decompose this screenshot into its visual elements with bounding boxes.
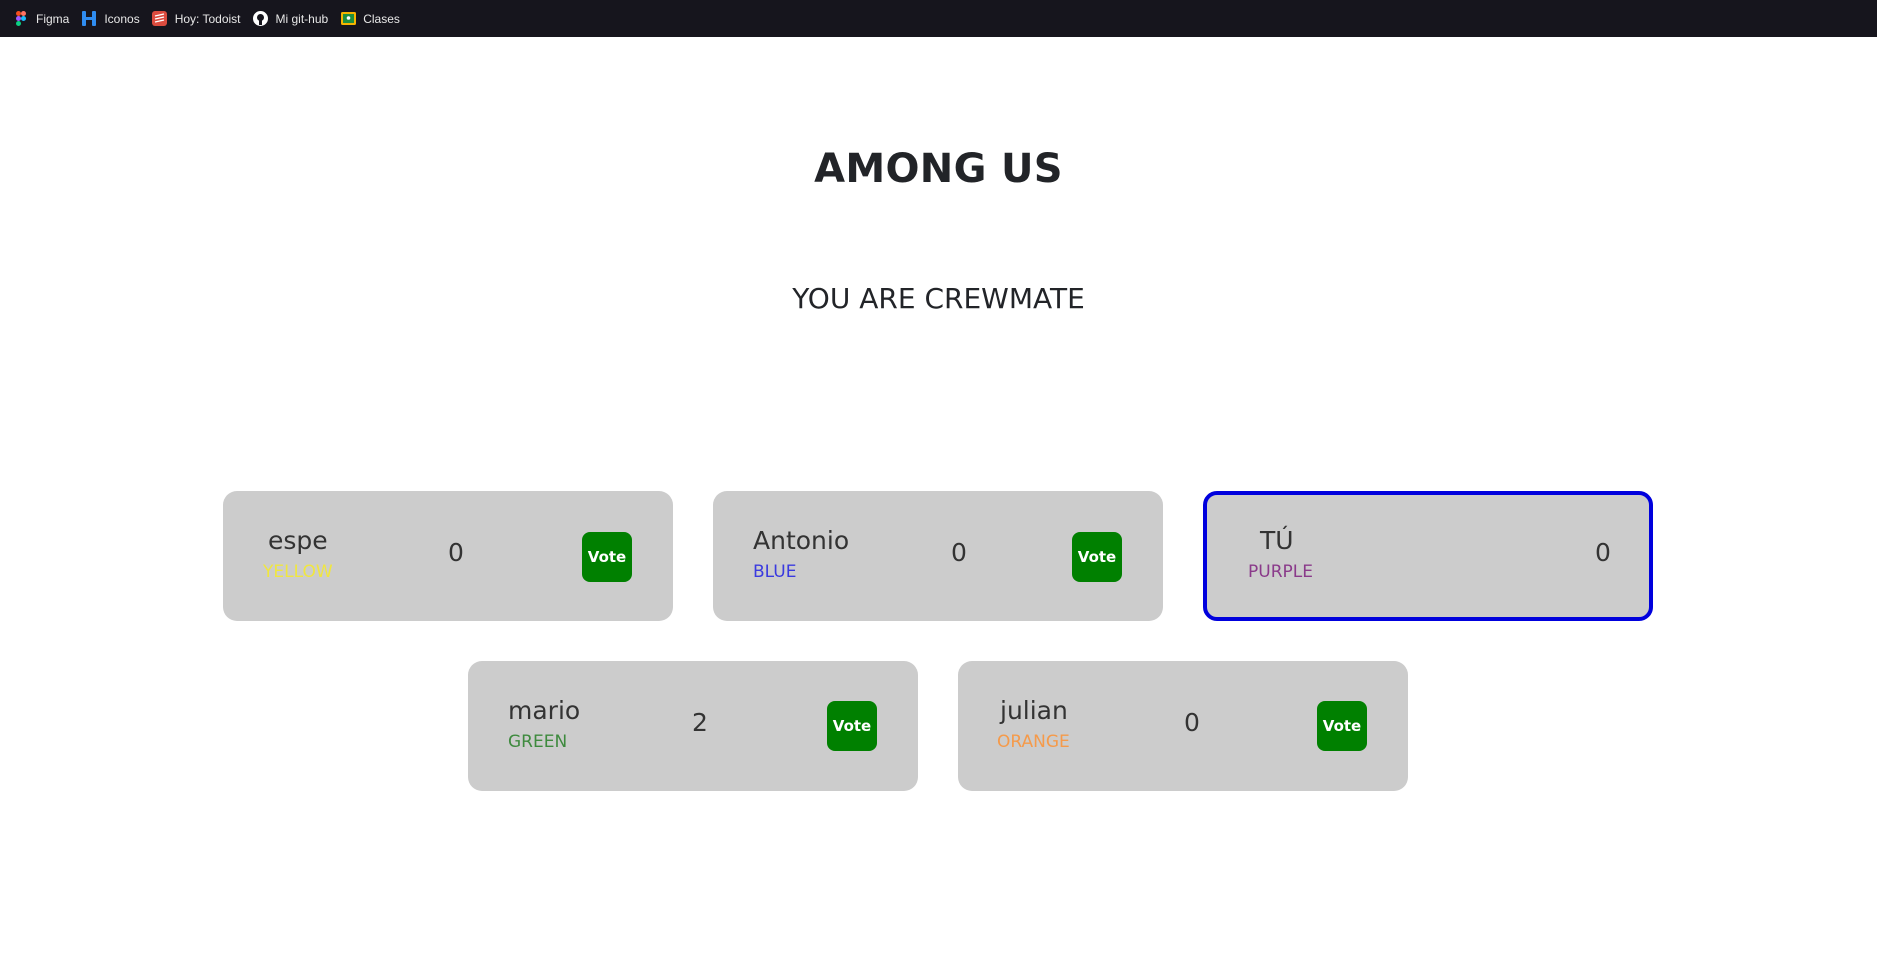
player-name: julian [1000, 696, 1068, 725]
player-color: BLUE [753, 562, 797, 582]
bookmark-iconos[interactable]: Iconos [81, 11, 140, 27]
player-card-mario: mario GREEN 2 Vote [468, 661, 918, 791]
vote-button[interactable]: Vote [1072, 532, 1122, 582]
vote-count: 0 [1595, 538, 1611, 567]
bookmarks-bar: Figma Iconos Hoy: Todoist Mi git-hub Cla… [0, 0, 1877, 37]
figma-icon [13, 11, 29, 27]
player-name: TÚ [1260, 526, 1294, 555]
bookmark-figma[interactable]: Figma [13, 11, 69, 27]
vote-count: 2 [692, 708, 708, 737]
todoist-icon [152, 11, 168, 27]
bookmark-label: Clases [363, 11, 400, 26]
bookmark-label: Iconos [104, 11, 140, 26]
vote-count: 0 [448, 538, 464, 567]
player-card-self: TÚ PURPLE 0 [1203, 491, 1653, 621]
bookmark-github[interactable]: Mi git-hub [253, 11, 329, 27]
classroom-icon [340, 11, 356, 27]
vote-count: 0 [951, 538, 967, 567]
player-name: Antonio [753, 526, 850, 555]
bookmark-label: Hoy: Todoist [174, 11, 241, 26]
vote-button[interactable]: Vote [1317, 701, 1367, 751]
vote-button[interactable]: Vote [582, 532, 632, 582]
vote-button[interactable]: Vote [827, 701, 877, 751]
bookmark-todoist[interactable]: Hoy: Todoist [152, 11, 241, 27]
github-icon [253, 11, 269, 27]
game-title: AMONG US [814, 146, 1063, 192]
player-color: ORANGE [997, 732, 1070, 752]
player-color: GREEN [508, 732, 568, 752]
role-heading: YOU ARE CREWMATE [792, 282, 1085, 315]
iconos-icon [81, 11, 97, 27]
bookmark-label: Mi git-hub [275, 11, 329, 26]
player-color: YELLOW [263, 562, 333, 582]
player-card-espe: espe YELLOW 0 Vote [223, 491, 673, 621]
player-name: espe [268, 526, 328, 555]
player-card-julian: julian ORANGE 0 Vote [958, 661, 1408, 791]
vote-count: 0 [1184, 708, 1200, 737]
player-name: mario [508, 696, 581, 725]
bookmark-clases[interactable]: Clases [340, 11, 400, 27]
bookmark-label: Figma [36, 11, 70, 26]
player-card-antonio: Antonio BLUE 0 Vote [713, 491, 1163, 621]
player-color: PURPLE [1248, 562, 1313, 582]
